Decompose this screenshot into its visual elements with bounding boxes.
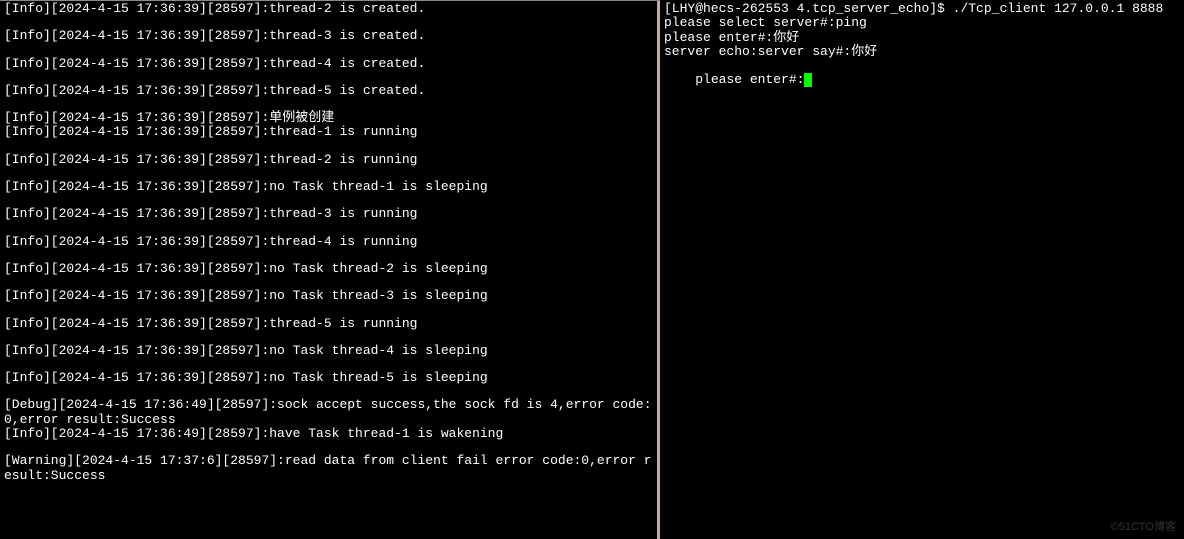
log-line: [Info][2024-4-15 17:36:39][28597]:thread… — [4, 57, 653, 71]
log-line: [Info][2024-4-15 17:36:39][28597]:thread… — [4, 317, 653, 331]
terminal-output-line: please select server#:ping — [664, 16, 1180, 30]
log-line: [Info][2024-4-15 17:36:39][28597]:thread… — [4, 29, 653, 43]
terminal-input-line[interactable]: please enter#: — [664, 59, 1180, 102]
log-line: [Warning][2024-4-15 17:37:6][28597]:read… — [4, 454, 653, 483]
log-line: [Info][2024-4-15 17:36:39][28597]:no Tas… — [4, 180, 653, 194]
terminal-output-line: server echo:server say#:你好 — [664, 45, 1180, 59]
log-line: [Info][2024-4-15 17:36:39][28597]:no Tas… — [4, 371, 653, 385]
watermark-text: ©51CTO博客 — [1111, 521, 1176, 533]
log-line: [Info][2024-4-15 17:36:39][28597]:no Tas… — [4, 289, 653, 303]
log-line: [Info][2024-4-15 17:36:39][28597]:thread… — [4, 2, 653, 16]
log-line: [Info][2024-4-15 17:36:39][28597]:thread… — [4, 84, 653, 98]
log-line: [Info][2024-4-15 17:36:39][28597]:单例被创建 — [4, 111, 653, 125]
left-terminal-pane[interactable]: [Info][2024-4-15 17:36:39][28597]:thread… — [0, 0, 657, 539]
right-terminal-pane[interactable]: [LHY@hecs-262553 4.tcp_server_echo]$ ./T… — [660, 0, 1184, 539]
cursor-icon — [804, 73, 812, 87]
terminal-output-line: please enter#:你好 — [664, 31, 1180, 45]
log-line: [Info][2024-4-15 17:36:39][28597]:no Tas… — [4, 262, 653, 276]
log-line: [Info][2024-4-15 17:36:39][28597]:thread… — [4, 153, 653, 167]
log-line: [Debug][2024-4-15 17:36:49][28597]:sock … — [4, 398, 653, 427]
log-line: [Info][2024-4-15 17:36:39][28597]:no Tas… — [4, 344, 653, 358]
shell-prompt-line: [LHY@hecs-262553 4.tcp_server_echo]$ ./T… — [664, 2, 1180, 16]
terminal-input-prompt: please enter#: — [695, 72, 804, 87]
log-line: [Info][2024-4-15 17:36:49][28597]:have T… — [4, 427, 653, 441]
left-log-container: [Info][2024-4-15 17:36:39][28597]:thread… — [4, 2, 653, 483]
log-line: [Info][2024-4-15 17:36:39][28597]:thread… — [4, 235, 653, 249]
log-line: [Info][2024-4-15 17:36:39][28597]:thread… — [4, 125, 653, 139]
log-line: [Info][2024-4-15 17:36:39][28597]:thread… — [4, 207, 653, 221]
